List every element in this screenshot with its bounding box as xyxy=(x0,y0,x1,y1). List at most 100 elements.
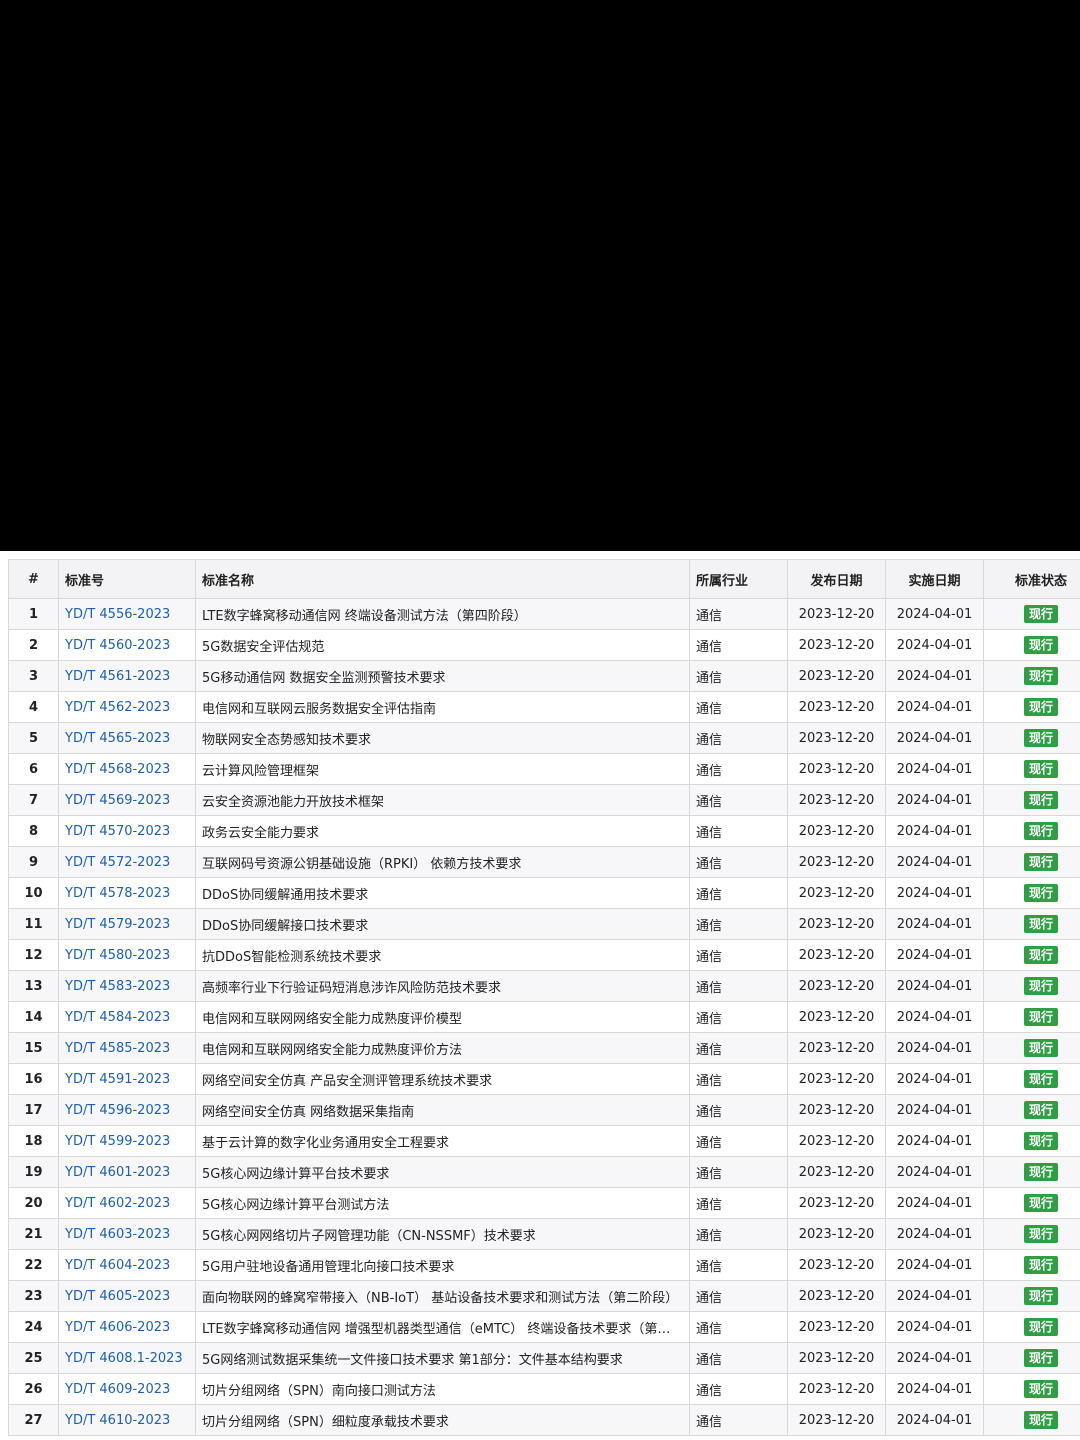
standard-number-link[interactable]: YD/T 4556-2023 xyxy=(65,607,170,622)
table-row[interactable]: 7 YD/T 4569-2023 云安全资源池能力开放技术框架 通信 2023-12-2… xyxy=(8,784,1080,816)
standard-number-link[interactable]: YD/T 4584-2023 xyxy=(65,1010,170,1025)
header-index[interactable]: # xyxy=(8,559,59,599)
row-implement-date: 2024-04-01 xyxy=(885,1404,984,1436)
header-publish-date[interactable]: 发布日期 xyxy=(787,559,886,599)
row-status-cell: 现行 xyxy=(983,1187,1080,1219)
row-industry: 通信 xyxy=(689,629,788,661)
table-row[interactable]: 16 YD/T 4591-2023 网络空间安全仿真 产品安全测评管理系统技术要求通… xyxy=(8,1063,1080,1095)
row-industry: 通信 xyxy=(689,1063,788,1095)
table-row[interactable]: 9 YD/T 4572-2023 互联网码号资源公钥基础设施（RPKI） 依赖方技术… xyxy=(8,846,1080,878)
standard-number-link[interactable]: YD/T 4568-2023 xyxy=(65,762,170,777)
standard-number-link[interactable]: YD/T 4579-2023 xyxy=(65,917,170,932)
standard-number-link[interactable]: YD/T 4604-2023 xyxy=(65,1258,170,1273)
standard-number-link[interactable]: YD/T 4585-2023 xyxy=(65,1041,170,1056)
row-standard-name: 云安全资源池能力开放技术框架 xyxy=(195,784,690,816)
row-implement-date: 2024-04-01 xyxy=(885,1373,984,1405)
standard-number-link[interactable]: YD/T 4603-2023 xyxy=(65,1227,170,1242)
row-index: 18 xyxy=(8,1125,59,1157)
standard-number-link[interactable]: YD/T 4583-2023 xyxy=(65,979,170,994)
row-index: 22 xyxy=(8,1249,59,1281)
standard-number-link[interactable]: YD/T 4570-2023 xyxy=(65,824,170,839)
row-publish-date: 2023-12-20 xyxy=(787,1404,886,1436)
row-index: 5 xyxy=(8,722,59,754)
standard-number-link[interactable]: YD/T 4591-2023 xyxy=(65,1072,170,1087)
standard-number-link[interactable]: YD/T 4609-2023 xyxy=(65,1382,170,1397)
row-index: 8 xyxy=(8,815,59,847)
row-status-cell: 现行 xyxy=(983,939,1080,971)
standard-number-link[interactable]: YD/T 4561-2023 xyxy=(65,669,170,684)
row-index: 10 xyxy=(8,877,59,909)
table-row[interactable]: 3 YD/T 4561-2023 5G移动通信网 数据安全监测预警技术要求 通信 202… xyxy=(8,660,1080,692)
row-industry: 通信 xyxy=(689,1311,788,1343)
table-row[interactable]: 23 YD/T 4605-2023 面向物联网的蜂窝窄带接入（NB-IoT） 基站设… xyxy=(8,1280,1080,1312)
row-index: 15 xyxy=(8,1032,59,1064)
standard-number-link[interactable]: YD/T 4605-2023 xyxy=(65,1289,170,1304)
row-status-cell: 现行 xyxy=(983,1094,1080,1126)
row-index: 2 xyxy=(8,629,59,661)
table-row[interactable]: 14 YD/T 4584-2023 电信网和互联网网络安全能力成熟度评价模型 通信 20… xyxy=(8,1001,1080,1033)
row-standard-name: 5G核心网边缘计算平台测试方法 xyxy=(195,1187,690,1219)
table-row[interactable]: 11 YD/T 4579-2023 DDoS协同缓解接口技术要求 通信 2023-12-… xyxy=(8,908,1080,940)
row-standard-name: 网络空间安全仿真 网络数据采集指南 xyxy=(195,1094,690,1126)
standard-number-link[interactable]: YD/T 4596-2023 xyxy=(65,1103,170,1118)
table-row[interactable]: 6 YD/T 4568-2023 云计算风险管理框架 通信 2023-12-20 2024… xyxy=(8,753,1080,785)
header-industry[interactable]: 所属行业 xyxy=(689,559,788,599)
table-row[interactable]: 1 YD/T 4556-2023 LTE数字蜂窝移动通信网 终端设备测试方法（第四阶… xyxy=(8,598,1080,630)
row-implement-date: 2024-04-01 xyxy=(885,815,984,847)
header-standard-number[interactable]: 标准号 xyxy=(58,559,196,599)
standard-number-link[interactable]: YD/T 4610-2023 xyxy=(65,1413,170,1428)
table-row[interactable]: 2 YD/T 4560-2023 5G数据安全评估规范 通信 2023-12-20 202… xyxy=(8,629,1080,661)
standard-number-link[interactable]: YD/T 4601-2023 xyxy=(65,1165,170,1180)
row-industry: 通信 xyxy=(689,753,788,785)
table-row[interactable]: 12 YD/T 4580-2023 抗DDoS智能检测系统技术要求 通信 2023-12… xyxy=(8,939,1080,971)
status-badge: 现行 xyxy=(1023,1225,1058,1243)
status-badge: 现行 xyxy=(1023,729,1058,747)
row-status-cell: 现行 xyxy=(983,846,1080,878)
row-index: 11 xyxy=(8,908,59,940)
header-status[interactable]: 标准状态 xyxy=(983,559,1080,599)
table-row[interactable]: 10 YD/T 4578-2023 DDoS协同缓解通用技术要求 通信 2023-12-… xyxy=(8,877,1080,909)
row-code-cell: YD/T 4561-2023 xyxy=(58,660,196,692)
table-row[interactable]: 18 YD/T 4599-2023 基于云计算的数字化业务通用安全工程要求 通信 202… xyxy=(8,1125,1080,1157)
row-index: 13 xyxy=(8,970,59,1002)
status-badge: 现行 xyxy=(1023,915,1058,933)
table-row[interactable]: 5 YD/T 4565-2023 物联网安全态势感知技术要求 通信 2023-12-20… xyxy=(8,722,1080,754)
table-row[interactable]: 19 YD/T 4601-2023 5G核心网边缘计算平台技术要求 通信 2023-12… xyxy=(8,1156,1080,1188)
row-status-cell: 现行 xyxy=(983,877,1080,909)
standard-number-link[interactable]: YD/T 4562-2023 xyxy=(65,700,170,715)
table-row[interactable]: 20 YD/T 4602-2023 5G核心网边缘计算平台测试方法 通信 2023-12… xyxy=(8,1187,1080,1219)
table-row[interactable]: 4 YD/T 4562-2023 电信网和互联网云服务数据安全评估指南 通信 2023-… xyxy=(8,691,1080,723)
standard-number-link[interactable]: YD/T 4602-2023 xyxy=(65,1196,170,1211)
table-row[interactable]: 21 YD/T 4603-2023 5G核心网网络切片子网管理功能（CN-NSSMF… xyxy=(8,1218,1080,1250)
row-industry: 通信 xyxy=(689,1156,788,1188)
row-implement-date: 2024-04-01 xyxy=(885,1218,984,1250)
row-standard-name: 电信网和互联网云服务数据安全评估指南 xyxy=(195,691,690,723)
table-row[interactable]: 26 YD/T 4609-2023 切片分组网络（SPN）南向接口测试方法 通信 202… xyxy=(8,1373,1080,1405)
standard-number-link[interactable]: YD/T 4608.1-2023 xyxy=(65,1351,183,1366)
standard-number-link[interactable]: YD/T 4578-2023 xyxy=(65,886,170,901)
table-row[interactable]: 22 YD/T 4604-2023 5G用户驻地设备通用管理北向接口技术要求 通信 20… xyxy=(8,1249,1080,1281)
table-row[interactable]: 8 YD/T 4570-2023 政务云安全能力要求 通信 2023-12-20 2024… xyxy=(8,815,1080,847)
standard-number-link[interactable]: YD/T 4572-2023 xyxy=(65,855,170,870)
row-industry: 通信 xyxy=(689,691,788,723)
table-row[interactable]: 27 YD/T 4610-2023 切片分组网络（SPN）细粒度承载技术要求 通信 20… xyxy=(8,1404,1080,1436)
row-implement-date: 2024-04-01 xyxy=(885,1094,984,1126)
table-row[interactable]: 17 YD/T 4596-2023 网络空间安全仿真 网络数据采集指南 通信 2023-… xyxy=(8,1094,1080,1126)
row-standard-name: 网络空间安全仿真 产品安全测评管理系统技术要求 xyxy=(195,1063,690,1095)
table-row[interactable]: 24 YD/T 4606-2023 LTE数字蜂窝移动通信网 增强型机器类型通信（e… xyxy=(8,1311,1080,1343)
standard-number-link[interactable]: YD/T 4606-2023 xyxy=(65,1320,170,1335)
standard-number-link[interactable]: YD/T 4580-2023 xyxy=(65,948,170,963)
table-row[interactable]: 25 YD/T 4608.1-2023 5G网络测试数据采集统一文件接口技术要求 第… xyxy=(8,1342,1080,1374)
black-overlay xyxy=(0,0,1080,551)
standard-number-link[interactable]: YD/T 4599-2023 xyxy=(65,1134,170,1149)
row-implement-date: 2024-04-01 xyxy=(885,1249,984,1281)
page: # 标准号 标准名称 所属行业 发布日期 实施日期 标准状态 1 YD/T 455… xyxy=(0,0,1080,1440)
standard-number-link[interactable]: YD/T 4560-2023 xyxy=(65,638,170,653)
standard-number-link[interactable]: YD/T 4565-2023 xyxy=(65,731,170,746)
standard-number-link[interactable]: YD/T 4569-2023 xyxy=(65,793,170,808)
header-standard-name[interactable]: 标准名称 xyxy=(195,559,690,599)
header-implement-date[interactable]: 实施日期 xyxy=(885,559,984,599)
table-row[interactable]: 15 YD/T 4585-2023 电信网和互联网网络安全能力成熟度评价方法 通信 20… xyxy=(8,1032,1080,1064)
row-industry: 通信 xyxy=(689,1404,788,1436)
table-row[interactable]: 13 YD/T 4583-2023 高频率行业下行验证码短消息涉诈风险防范技术要求通… xyxy=(8,970,1080,1002)
